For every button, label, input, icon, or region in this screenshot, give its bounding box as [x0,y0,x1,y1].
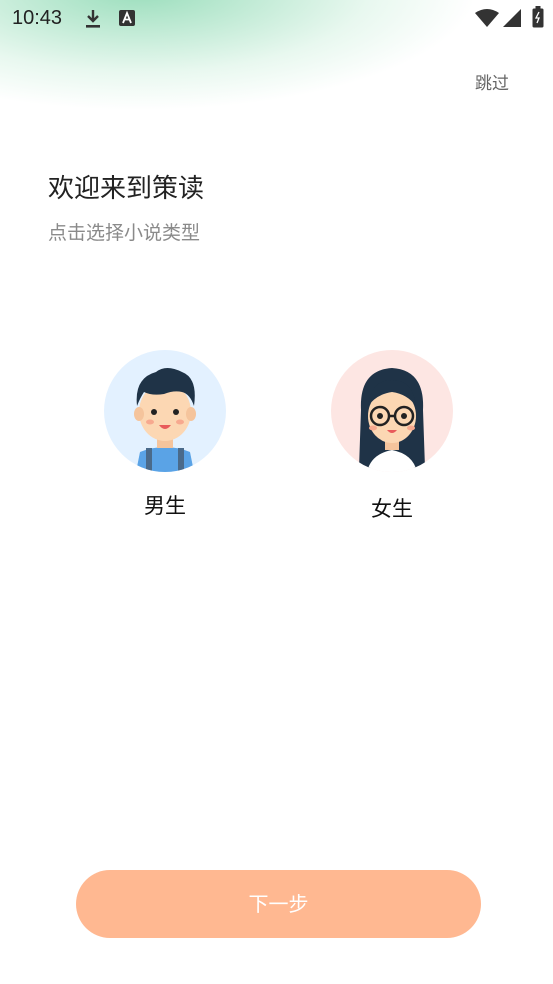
next-button[interactable]: 下一步 [76,870,481,938]
download-icon [84,8,102,34]
a-notification-icon [119,10,135,30]
battery-icon [532,6,544,32]
status-time: 10:43 [12,7,63,29]
wifi-icon [475,9,499,31]
gender-label-male: 男生 [144,494,186,518]
page-subtitle: 点击选择小说类型 [48,222,201,244]
signal-icon [503,9,521,31]
girl-avatar [331,350,453,472]
page-title: 欢迎来到策读 [48,174,205,204]
gender-label-female: 女生 [371,497,413,521]
gender-option-male[interactable]: 男生 [85,350,245,520]
gender-option-female[interactable]: 女生 [312,350,472,523]
boy-avatar [104,350,226,472]
skip-button[interactable]: 跳过 [475,69,509,94]
status-bar: 10:43 [0,0,553,38]
